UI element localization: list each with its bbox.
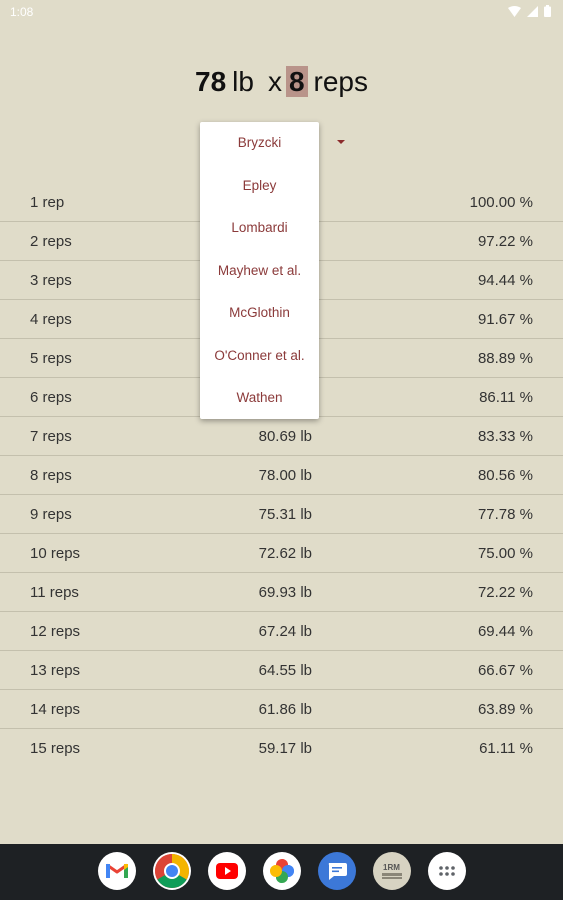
reps-cell: 13 reps bbox=[30, 662, 81, 679]
weight-cell: 59.17 lb bbox=[258, 740, 312, 757]
percent-cell: 80.56 % bbox=[477, 467, 533, 484]
reps-cell: 9 reps bbox=[30, 506, 72, 523]
formula-option[interactable]: Mayhew et al. bbox=[200, 250, 319, 293]
weight-reps-header: 78 lb x 8 reps bbox=[0, 66, 563, 98]
weight-cell: 75.31 lb bbox=[258, 506, 312, 523]
formula-option[interactable]: Epley bbox=[200, 165, 319, 208]
times-label: x bbox=[267, 66, 282, 97]
percent-cell: 86.11 % bbox=[479, 389, 533, 406]
percent-cell: 88.89 % bbox=[477, 350, 533, 367]
formula-dropdown-menu: Bryzcki Epley Lombardi Mayhew et al. McG… bbox=[200, 122, 319, 419]
chrome-icon[interactable] bbox=[152, 852, 191, 890]
percent-cell: 91.67 % bbox=[477, 311, 533, 328]
weight-cell: 80.69 lb bbox=[258, 428, 312, 445]
messages-icon[interactable] bbox=[317, 852, 356, 890]
reps-cell: 7 reps bbox=[30, 428, 72, 445]
formula-spinner-arrow-icon[interactable] bbox=[337, 140, 345, 144]
reps-cell: 14 reps bbox=[30, 701, 81, 718]
percent-cell: 66.67 % bbox=[477, 662, 533, 679]
reps-cell: 10 reps bbox=[30, 545, 81, 562]
formula-option[interactable]: O'Conner et al. bbox=[200, 335, 319, 378]
photos-icon[interactable] bbox=[262, 852, 301, 890]
reps-cell: 11 reps bbox=[30, 584, 79, 601]
cell-signal-icon bbox=[527, 5, 538, 17]
table-row: 10 reps 72.62 lb 75.00 % bbox=[0, 534, 563, 573]
app-drawer-icon[interactable] bbox=[427, 852, 466, 890]
wifi-icon bbox=[508, 5, 521, 17]
one-rep-max-app-icon[interactable]: 1RM bbox=[372, 852, 411, 890]
percent-cell: 97.22 % bbox=[477, 233, 533, 250]
weight-unit-label: lb bbox=[232, 66, 254, 97]
status-time: 1:08 bbox=[10, 5, 34, 19]
reps-cell: 4 reps bbox=[30, 311, 72, 328]
reps-cell: 8 reps bbox=[30, 467, 72, 484]
reps-input[interactable]: 8 bbox=[285, 66, 308, 97]
weight-cell: 67.24 lb bbox=[258, 623, 312, 640]
percent-cell: 94.44 % bbox=[477, 272, 533, 289]
reps-cell: 3 reps bbox=[30, 272, 72, 289]
app-dock: 1RM bbox=[0, 852, 563, 890]
reps-cell: 2 reps bbox=[30, 233, 72, 250]
percent-cell: 100.00 % bbox=[469, 194, 533, 211]
reps-cell: 12 reps bbox=[30, 623, 81, 640]
weight-cell: 78.00 lb bbox=[258, 467, 312, 484]
percent-cell: 77.78 % bbox=[477, 506, 533, 523]
formula-option[interactable]: Lombardi bbox=[200, 207, 319, 250]
status-bar: 1:08 bbox=[0, 0, 563, 24]
percent-cell: 83.33 % bbox=[477, 428, 533, 445]
percent-cell: 63.89 % bbox=[477, 701, 533, 718]
formula-option[interactable]: McGlothin bbox=[200, 292, 319, 335]
reps-cell: 6 reps bbox=[30, 389, 72, 406]
one-rep-max-app-label: 1RM bbox=[383, 863, 400, 872]
table-row: 15 reps 59.17 lb 61.11 % bbox=[0, 729, 563, 767]
weight-cell: 69.93 lb bbox=[258, 584, 312, 601]
youtube-icon[interactable] bbox=[207, 852, 246, 890]
table-row: 12 reps 67.24 lb 69.44 % bbox=[0, 612, 563, 651]
percent-cell: 72.22 % bbox=[477, 584, 533, 601]
weight-cell: 72.62 lb bbox=[258, 545, 312, 562]
battery-icon bbox=[544, 5, 551, 17]
table-row: 9 reps 75.31 lb 77.78 % bbox=[0, 495, 563, 534]
reps-cell: 5 reps bbox=[30, 350, 72, 367]
table-row: 14 reps 61.86 lb 63.89 % bbox=[0, 690, 563, 729]
gmail-icon[interactable] bbox=[97, 852, 136, 890]
reps-cell: 15 reps bbox=[30, 740, 81, 757]
percent-cell: 69.44 % bbox=[477, 623, 533, 640]
formula-option[interactable]: Bryzcki bbox=[200, 122, 319, 165]
percent-cell: 61.11 % bbox=[479, 740, 533, 757]
table-row: 7 reps 80.69 lb 83.33 % bbox=[0, 417, 563, 456]
taskbar: 1RM bbox=[0, 844, 563, 900]
reps-unit-label: reps bbox=[313, 66, 368, 97]
table-row: 8 reps 78.00 lb 80.56 % bbox=[0, 456, 563, 495]
percent-cell: 75.00 % bbox=[477, 545, 533, 562]
table-row: 13 reps 64.55 lb 66.67 % bbox=[0, 651, 563, 690]
formula-option[interactable]: Wathen bbox=[200, 377, 319, 420]
reps-cell: 1 rep bbox=[30, 194, 65, 211]
weight-input[interactable]: 78 bbox=[195, 66, 226, 97]
status-icons bbox=[508, 5, 551, 17]
table-row: 11 reps 69.93 lb 72.22 % bbox=[0, 573, 563, 612]
weight-cell: 61.86 lb bbox=[258, 701, 312, 718]
weight-cell: 64.55 lb bbox=[258, 662, 312, 679]
